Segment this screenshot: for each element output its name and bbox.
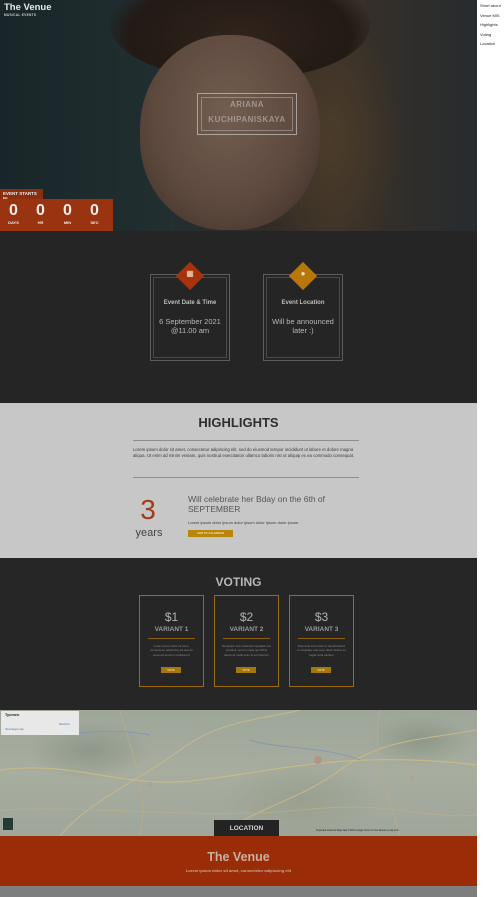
side-menu-item-short-about[interactable]: Short about — [477, 0, 504, 11]
countdown-hours: 0 HR — [36, 202, 45, 225]
side-menu-item-voting[interactable]: Voting — [477, 30, 504, 40]
voting-section: VOTING $1 VARIANT 1 Lorem ipsum dolor si… — [0, 558, 477, 710]
countdown-seconds: 0 SEC — [90, 202, 99, 225]
vote-price: $3 — [314, 610, 329, 624]
vote-variant: VARIANT 2 — [229, 626, 264, 633]
map-fullscreen-button[interactable] — [3, 818, 13, 830]
birthday-text: Will celebrate her Bday on the 6th of SE… — [188, 494, 326, 514]
countdown-days: 0 DAYS — [8, 202, 19, 225]
hero-name-frame: ARIANA KUCHIPANISKAYA — [197, 93, 297, 135]
event-location-title: Event Location — [281, 300, 325, 306]
event-info-section: ▦ Event Date & Time 6 September 2021 @11… — [0, 231, 477, 403]
vote-button[interactable]: VOTE — [161, 667, 181, 673]
highlights-section: HIGHLIGHTS Lorem ipsum dolor sit amet, c… — [0, 403, 477, 558]
side-menu-item-location[interactable]: Location — [477, 39, 504, 49]
event-date-value: 6 September 2021 @11.00 am — [159, 317, 221, 335]
years-number: 3 — [140, 494, 156, 525]
side-menu-item-highlights[interactable]: Highlights — [477, 20, 504, 30]
hero-name-line2: KUCHIPANISKAYA — [208, 115, 286, 124]
side-menu: Short about Venue MIS Highlights Voting … — [477, 0, 504, 897]
vote-price: $1 — [164, 610, 179, 624]
event-date-title: Event Date & Time — [163, 300, 217, 306]
map-attribution[interactable]: Keyboard shortcuts Map data ©2021 Google… — [316, 829, 399, 832]
highlights-divider-top — [133, 440, 359, 441]
brand-title: The Venue — [4, 2, 52, 13]
vote-text: Lorem ipsum dolor sit amet, consectetur … — [150, 644, 193, 657]
vote-card-3: $3 VARIANT 3 Duis aute irure dolor in re… — [289, 595, 354, 687]
highlights-text: Lorem ipsum dolor sit amet, consectetur … — [133, 447, 355, 459]
page-bottom-bar — [0, 886, 477, 897]
vote-price: $2 — [239, 610, 254, 624]
brand-subtitle: MUSICAL EVENTS — [4, 13, 37, 17]
add-to-calendar-button[interactable]: ADD TO CALENDAR — [188, 530, 233, 537]
map-pin-icon: ● — [300, 269, 306, 278]
hero-name-line1: ARIANA — [229, 100, 265, 109]
vote-variant: VARIANT 1 — [154, 626, 189, 633]
footer: The Venue Lorem ipsum dolor sit amet, co… — [0, 836, 477, 886]
map-embed[interactable]: Tyumen View larger map Directions Keyboa… — [0, 710, 477, 836]
vote-variant: VARIANT 3 — [304, 626, 339, 633]
side-menu-item-venue[interactable]: Venue MIS — [477, 11, 504, 21]
vote-button[interactable]: VOTE — [311, 667, 331, 673]
countdown: 0 DAYS 0 HR 0 MIN 0 SEC — [0, 199, 113, 231]
footer-subtitle: Lorem ipsum dolor sit amet, consectetur … — [185, 868, 292, 873]
event-date-card: ▦ Event Date & Time 6 September 2021 @11… — [150, 261, 230, 361]
event-location-card: ● Event Location Will be announced later… — [263, 261, 343, 361]
brand-logo[interactable]: The Venue MUSICAL EVENTS — [4, 2, 52, 17]
years-unit: years — [135, 527, 163, 539]
view-larger-map-link[interactable]: View larger map — [5, 728, 24, 731]
voting-title: VOTING — [215, 575, 262, 589]
vote-card-1: $1 VARIANT 1 Lorem ipsum dolor sit amet,… — [139, 595, 204, 687]
directions-link[interactable]: Directions — [59, 723, 70, 726]
event-location-value: Will be announced later :) — [272, 317, 334, 335]
countdown-minutes: 0 MIN — [63, 202, 72, 225]
map-info-box: Tyumen View larger map Directions — [1, 711, 79, 735]
highlights-divider-bottom — [133, 477, 359, 478]
page: The Venue MUSICAL EVENTS ARIANA KUCHIPAN… — [0, 0, 477, 897]
map-place-name: Tyumen — [5, 713, 20, 717]
birthday-subtext: Lorem ipsum dolor ipsum dolor ipsum dolo… — [188, 520, 299, 525]
vote-button[interactable]: VOTE — [236, 667, 256, 673]
footer-title: The Venue — [207, 850, 270, 864]
vote-text: Excepteur sint occaecat cupidatat non pr… — [222, 644, 271, 657]
highlights-title: HIGHLIGHTS — [198, 415, 279, 430]
vote-text: Duis aute irure dolor in reprehenderit i… — [297, 644, 346, 657]
hero-section: The Venue MUSICAL EVENTS ARIANA KUCHIPAN… — [0, 0, 477, 231]
vote-card-2: $2 VARIANT 2 Excepteur sint occaecat cup… — [214, 595, 279, 687]
location-button[interactable]: LOCATION — [214, 820, 279, 837]
calendar-icon: ▦ — [186, 269, 194, 278]
